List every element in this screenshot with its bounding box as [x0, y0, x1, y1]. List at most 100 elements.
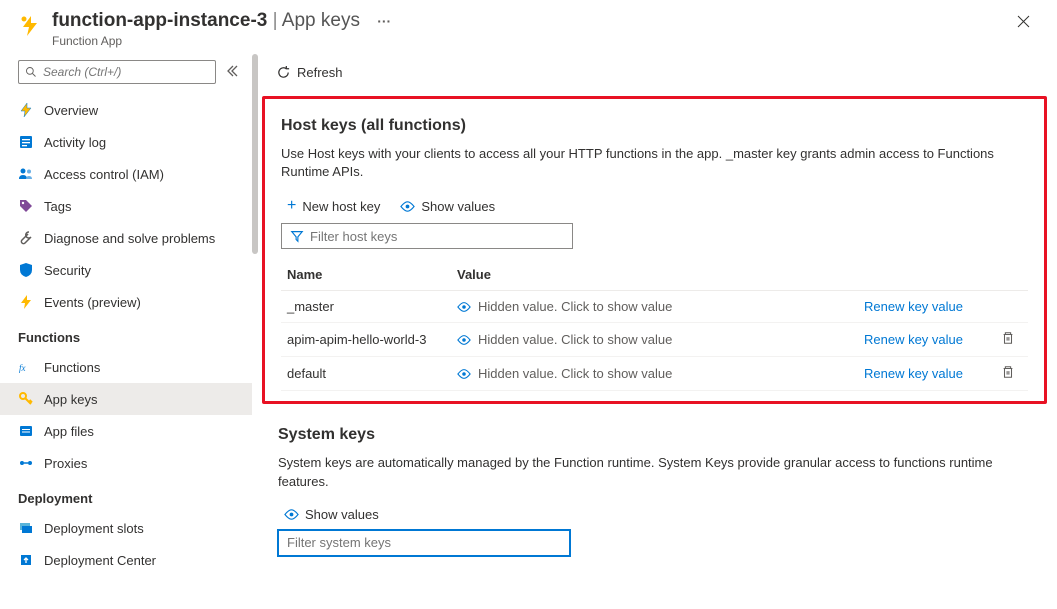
- proxy-icon: [18, 455, 34, 471]
- fx-icon: fx: [18, 359, 34, 375]
- sidebar-nav: Overview Activity log Access control (IA…: [0, 94, 252, 607]
- filter-host-keys-input[interactable]: [310, 229, 564, 244]
- key-name-cell: _master: [281, 291, 451, 323]
- lightning-icon: [18, 102, 34, 118]
- search-input[interactable]: [43, 65, 209, 79]
- sidebar-item-label: Activity log: [44, 135, 106, 150]
- sidebar-item-security[interactable]: Security: [0, 254, 252, 286]
- table-row: apim-apim-hello-world-3 Hidden value. Cli…: [281, 323, 1028, 357]
- renew-key-link[interactable]: Renew key value: [858, 323, 988, 357]
- host-keys-title: Host keys (all functions): [281, 117, 1028, 135]
- function-app-icon: [18, 14, 42, 38]
- page-title: function-app-instance-3 | App keys ···: [52, 10, 1008, 32]
- hidden-value-text: Hidden value. Click to show value: [478, 299, 672, 314]
- page-body: Overview Activity log Access control (IA…: [0, 54, 1057, 607]
- more-actions-button[interactable]: ···: [377, 13, 391, 29]
- trash-icon: [1001, 333, 1015, 348]
- sidebar-group-functions: Functions: [0, 318, 252, 351]
- close-button[interactable]: [1008, 10, 1039, 38]
- main-content: Refresh Host keys (all functions) Use Ho…: [256, 54, 1057, 607]
- sidebar-item-label: Deployment Center: [44, 553, 156, 568]
- col-header-value: Value: [451, 259, 858, 291]
- sidebar-item-label: App keys: [44, 392, 97, 407]
- key-value-cell[interactable]: Hidden value. Click to show value: [451, 357, 858, 391]
- sidebar-item-events[interactable]: Events (preview): [0, 286, 252, 318]
- system-keys-description: System keys are automatically managed by…: [278, 454, 1031, 490]
- host-keys-section: Host keys (all functions) Use Host keys …: [262, 96, 1047, 404]
- resource-name: function-app-instance-3: [52, 10, 267, 31]
- header-title-block: function-app-instance-3 | App keys ··· F…: [52, 10, 1008, 48]
- show-system-values-label: Show values: [305, 507, 379, 522]
- sidebar-item-label: Security: [44, 263, 91, 278]
- delete-key-cell[interactable]: [988, 357, 1028, 391]
- plus-icon: +: [287, 197, 296, 215]
- sidebar-search-row: [0, 54, 252, 94]
- filter-system-keys-box[interactable]: [278, 530, 570, 556]
- sidebar-item-label: Access control (IAM): [44, 167, 164, 182]
- host-keys-table: Name Value _masterHidden value. Click to…: [281, 259, 1028, 391]
- eye-icon: [284, 507, 299, 522]
- svg-text:fx: fx: [19, 363, 26, 373]
- key-icon: [18, 391, 34, 407]
- sidebar-item-tags[interactable]: Tags: [0, 190, 252, 222]
- page-section: App keys: [282, 10, 360, 31]
- people-icon: [18, 166, 34, 182]
- renew-key-link[interactable]: Renew key value: [858, 357, 988, 391]
- delete-key-cell: [988, 291, 1028, 323]
- deploy-icon: [18, 552, 34, 568]
- sidebar-item-app-keys[interactable]: App keys: [0, 383, 252, 415]
- files-icon: [18, 423, 34, 439]
- resource-type-label: Function App: [52, 34, 1008, 48]
- sidebar-item-deployment-slots[interactable]: Deployment slots: [0, 512, 252, 544]
- sidebar-item-label: Diagnose and solve problems: [44, 231, 215, 246]
- sidebar-item-label: Proxies: [44, 456, 87, 471]
- host-keys-description: Use Host keys with your clients to acces…: [281, 145, 1028, 181]
- eye-icon: [400, 199, 415, 214]
- filter-system-keys-input[interactable]: [287, 535, 561, 550]
- table-row: defaultHidden value. Click to show value…: [281, 357, 1028, 391]
- system-keys-section: System keys System keys are automaticall…: [256, 414, 1057, 575]
- slots-icon: [18, 520, 34, 536]
- title-separator: |: [273, 10, 282, 31]
- filter-host-keys-box[interactable]: [281, 223, 573, 249]
- sidebar-item-proxies[interactable]: Proxies: [0, 447, 252, 479]
- eye-icon: [457, 299, 472, 314]
- key-value-cell[interactable]: Hidden value. Click to show value: [451, 291, 858, 323]
- sidebar-item-diagnose[interactable]: Diagnose and solve problems: [0, 222, 252, 254]
- key-value-cell[interactable]: Hidden value. Click to show value: [451, 323, 858, 357]
- eye-icon: [457, 332, 472, 347]
- sidebar-item-overview[interactable]: Overview: [0, 94, 252, 126]
- collapse-sidebar-button[interactable]: [226, 65, 238, 80]
- log-icon: [18, 134, 34, 150]
- sidebar-item-functions[interactable]: fx Functions: [0, 351, 252, 383]
- sidebar-search-box[interactable]: [18, 60, 216, 84]
- sidebar: Overview Activity log Access control (IA…: [0, 54, 252, 607]
- host-keys-actions: + New host key Show values: [281, 197, 1028, 215]
- sidebar-item-access-control[interactable]: Access control (IAM): [0, 158, 252, 190]
- refresh-button[interactable]: Refresh: [266, 61, 353, 84]
- sidebar-item-label: App files: [44, 424, 94, 439]
- new-host-key-button[interactable]: + New host key: [287, 197, 380, 215]
- tag-icon: [18, 198, 34, 214]
- hidden-value-text: Hidden value. Click to show value: [478, 332, 672, 347]
- sidebar-item-app-files[interactable]: App files: [0, 415, 252, 447]
- wrench-icon: [18, 230, 34, 246]
- renew-key-link[interactable]: Renew key value: [858, 291, 988, 323]
- page-header: function-app-instance-3 | App keys ··· F…: [0, 0, 1057, 54]
- show-system-values-button[interactable]: Show values: [284, 507, 379, 522]
- col-header-delete: [988, 259, 1028, 291]
- funnel-icon: [290, 229, 304, 243]
- search-icon: [25, 66, 38, 79]
- trash-icon: [1001, 367, 1015, 382]
- show-values-button[interactable]: Show values: [400, 199, 495, 214]
- show-values-label: Show values: [421, 199, 495, 214]
- sidebar-group-deployment: Deployment: [0, 479, 252, 512]
- system-keys-actions: Show values: [278, 507, 1031, 522]
- sidebar-item-deployment-center[interactable]: Deployment Center: [0, 544, 252, 576]
- refresh-icon: [276, 65, 291, 80]
- key-name-cell: apim-apim-hello-world-3: [281, 323, 451, 357]
- delete-key-cell[interactable]: [988, 323, 1028, 357]
- new-host-key-label: New host key: [302, 199, 380, 214]
- sidebar-item-label: Events (preview): [44, 295, 141, 310]
- sidebar-item-activity-log[interactable]: Activity log: [0, 126, 252, 158]
